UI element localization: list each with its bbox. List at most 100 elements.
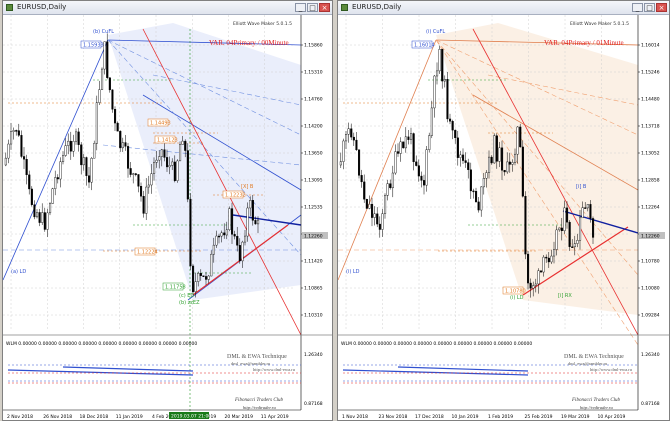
price-axis-label: 1.15860 xyxy=(304,43,323,49)
candle-body xyxy=(173,161,176,181)
candle-body xyxy=(184,140,187,151)
candle-body xyxy=(589,204,592,219)
candle-body xyxy=(204,276,208,280)
price-axis-label: 1.10780 xyxy=(641,259,660,265)
candle-body xyxy=(521,146,524,197)
candle-body xyxy=(542,256,545,273)
candle-body xyxy=(139,186,143,197)
candle-body xyxy=(407,136,410,140)
candle-body xyxy=(524,196,527,255)
sub-axis-top: 1.26340 xyxy=(304,352,323,358)
candle-body xyxy=(591,218,595,238)
candle-body xyxy=(487,156,491,173)
candle-body xyxy=(378,223,381,230)
candle-body xyxy=(186,150,189,200)
candle-body xyxy=(111,89,114,110)
wave-label-xb: [i] B xyxy=(576,184,587,190)
maximize-button[interactable]: □ xyxy=(644,3,655,12)
candle-body xyxy=(435,70,439,77)
candle-body xyxy=(134,173,137,175)
candle-body xyxy=(350,128,353,138)
close-button[interactable]: × xyxy=(319,3,330,12)
sub-indicator-header: WLM 0.00000 0.00000 0.00000 0.00000 0.00… xyxy=(341,341,532,347)
candle-body xyxy=(586,204,589,209)
candle-body xyxy=(342,140,345,162)
candle-body xyxy=(365,198,368,209)
candle-body xyxy=(584,207,587,209)
candle-body xyxy=(98,89,101,103)
candle-body xyxy=(194,281,197,292)
candle-body xyxy=(526,253,530,284)
dml-title: DML & EWA Technique xyxy=(227,354,287,360)
candle-body xyxy=(238,245,241,262)
candle-body xyxy=(67,140,70,146)
wave-label-xb: [X] B xyxy=(241,184,254,190)
candle-body xyxy=(103,41,106,70)
candle-body xyxy=(568,221,571,247)
candle-body xyxy=(339,161,342,166)
dml-site: http://www.dml-ewa.ru xyxy=(253,367,296,372)
candle-body xyxy=(64,145,67,156)
candle-body xyxy=(409,133,413,140)
price-axis-label: 1.12858 xyxy=(641,178,660,184)
candle-body xyxy=(397,151,400,154)
candle-body xyxy=(576,240,579,244)
candle-body xyxy=(132,173,135,175)
candle-body xyxy=(461,154,465,161)
candle-body xyxy=(189,198,192,267)
candle-body xyxy=(516,126,519,155)
candle-body xyxy=(503,170,506,173)
price-chart-left[interactable]: 1.15933 1.14493 1.14123 1.12224 1.11758 … xyxy=(3,15,332,421)
candle-body xyxy=(560,227,563,232)
date-axis-label: 2 Nov 2018 xyxy=(7,414,33,420)
indicator-tag: Elliott Wave Maker 5.0.1.5 xyxy=(233,21,292,27)
candle-body xyxy=(210,253,213,277)
maximize-button[interactable]: □ xyxy=(307,3,318,12)
chart-window-left[interactable]: EURUSD,Daily _ □ × 1.15933 1.14493 1.141… xyxy=(2,0,333,421)
variant-label: VAR. 04Primary / 01Minute xyxy=(544,39,624,47)
candle-body xyxy=(246,207,249,237)
close-button[interactable]: × xyxy=(656,3,667,12)
dml-title: DML & EWA Technique xyxy=(564,354,624,360)
candle-body xyxy=(558,227,561,231)
price-axis-label: 1.13052 xyxy=(641,151,660,157)
price-axis-label: 1.13095 xyxy=(304,178,323,184)
candle-body xyxy=(28,174,31,190)
candle-body xyxy=(360,175,363,183)
date-axis-label: 17 Dec 2018 xyxy=(415,414,444,420)
date-axis-label: 25 Feb 2019 xyxy=(525,414,553,420)
sub-indicator-header: WLM 0.00000 0.00000 0.00000 0.00000 0.00… xyxy=(6,341,197,347)
candle-body xyxy=(428,135,431,150)
candle-body xyxy=(358,149,361,176)
candle-body xyxy=(202,275,205,277)
candle-body xyxy=(100,68,104,90)
candle-body xyxy=(399,141,402,154)
date-axis-label: 11 Apr 2019 xyxy=(261,414,289,420)
date-axis-label: 18 Dec 2018 xyxy=(80,414,109,420)
candle-body xyxy=(581,207,584,219)
candle-body xyxy=(456,137,459,158)
candle-body xyxy=(150,173,153,186)
candle-body xyxy=(464,160,467,163)
chart-window-right[interactable]: EURUSD,Daily _ □ × 1.16014 1.10780 (i) C… xyxy=(337,0,670,421)
candle-body xyxy=(59,161,62,180)
candle-body xyxy=(386,183,389,196)
window-titlebar-right[interactable]: EURUSD,Daily _ □ × xyxy=(338,1,669,15)
date-axis-label: 10 Apr 2019 xyxy=(598,414,626,420)
price-chart-right[interactable]: 1.16014 1.10780 (i) CuFL (i) LD (i) LD [… xyxy=(338,15,669,421)
candle-body xyxy=(82,157,85,166)
candle-body xyxy=(72,141,75,152)
price-axis-label: 1.10310 xyxy=(304,313,323,319)
candle-body xyxy=(448,118,452,122)
candle-body xyxy=(490,156,493,164)
candle-body xyxy=(15,130,18,132)
minimize-button[interactable]: _ xyxy=(295,3,306,12)
candle-body xyxy=(412,133,415,163)
candle-body xyxy=(550,255,553,263)
price-box-2: 1.10780 xyxy=(505,289,526,295)
candle-body xyxy=(9,131,13,145)
minimize-button[interactable]: _ xyxy=(632,3,643,12)
candle-body xyxy=(415,161,418,166)
candle-body xyxy=(212,244,215,255)
window-titlebar-left[interactable]: EURUSD,Daily _ □ × xyxy=(3,1,332,15)
